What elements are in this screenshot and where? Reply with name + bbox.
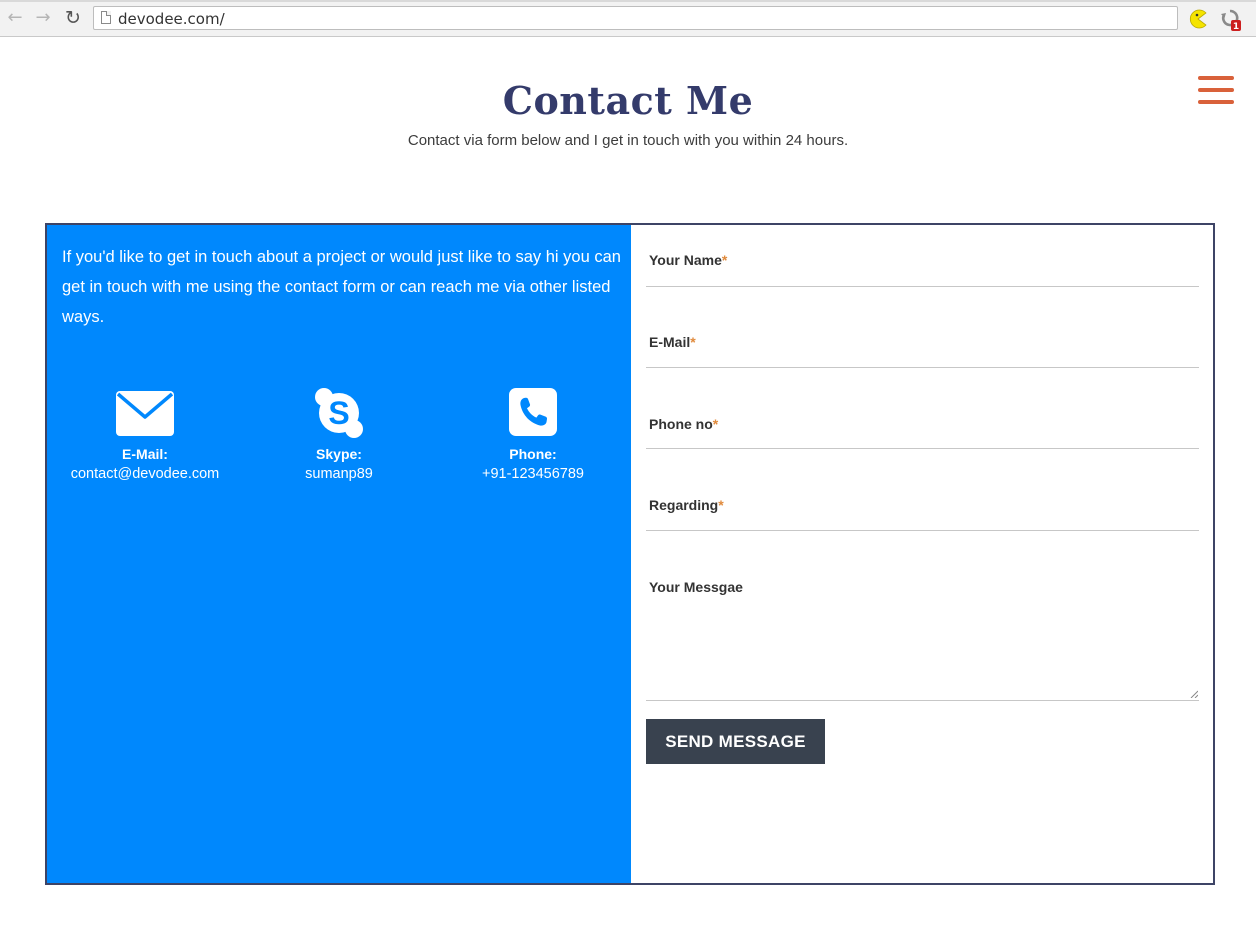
tab-strip-edge [0,0,1256,2]
phone-label: Phone: [509,446,557,462]
phone-value[interactable]: +91-123456789 [433,463,633,485]
email-field-label: E-Mail* [649,334,696,350]
resize-grip-icon[interactable] [1190,690,1198,698]
forward-arrow-icon[interactable]: → [33,8,53,28]
skype-label: Skype: [316,446,362,462]
phone-field: Phone no* [646,416,1199,451]
browser-toolbar: ← → ↻ devodee.com/ 1 [0,0,1256,37]
intro-text: If you'd like to get in touch about a pr… [62,248,621,326]
name-label: Your Name* [649,252,728,268]
contact-info-panel: If you'd like to get in touch about a pr… [47,225,631,883]
back-arrow-icon[interactable]: ← [5,8,25,28]
message-field: Your Messgae [646,579,1199,701]
email-input[interactable] [646,352,1199,369]
skype-icon: S [315,388,363,438]
svg-text:S: S [328,395,349,431]
badge-count: 1 [1233,22,1239,32]
address-bar[interactable]: devodee.com/ [93,6,1178,30]
pacman-icon[interactable] [1188,9,1208,29]
name-input[interactable] [646,270,1199,287]
sync-badge-icon[interactable]: 1 [1220,8,1242,32]
contact-form: Your Name* E-Mail* Phone no* Regarding* … [631,225,1213,883]
envelope-icon [116,391,174,436]
message-textarea[interactable] [646,601,1199,701]
regarding-label: Regarding* [649,497,724,513]
phone-field-label: Phone no* [649,416,719,432]
phone-input[interactable] [646,434,1199,451]
phone-channel: Phone: +91-123456789 [433,387,633,485]
regarding-input[interactable] [646,515,1199,532]
hamburger-menu-icon[interactable] [1198,76,1236,106]
page-subtitle: Contact via form below and I get in touc… [407,132,849,149]
regarding-field: Regarding* [646,497,1199,532]
message-label: Your Messgae [649,579,743,595]
required-mark: * [718,497,724,513]
phone-icon [509,388,557,436]
email-label: E-Mail: [122,446,168,462]
page-title: Contact Me [502,78,754,123]
email-channel: E-Mail: contact@devodee.com [45,387,245,485]
contact-section: If you'd like to get in touch about a pr… [45,223,1215,885]
email-field: E-Mail* [646,334,1199,369]
name-field: Your Name* [646,252,1199,287]
required-mark: * [712,416,719,432]
reload-icon[interactable]: ↻ [63,8,83,28]
skype-channel: S Skype: sumanp89 [239,387,439,485]
email-value[interactable]: contact@devodee.com [45,463,245,485]
skype-value[interactable]: sumanp89 [239,463,439,485]
send-message-button[interactable]: SEND MESSAGE [646,719,825,764]
required-mark: * [690,334,696,350]
required-mark: * [721,252,728,268]
page-icon [101,11,111,24]
url-text[interactable]: devodee.com/ [118,10,225,28]
